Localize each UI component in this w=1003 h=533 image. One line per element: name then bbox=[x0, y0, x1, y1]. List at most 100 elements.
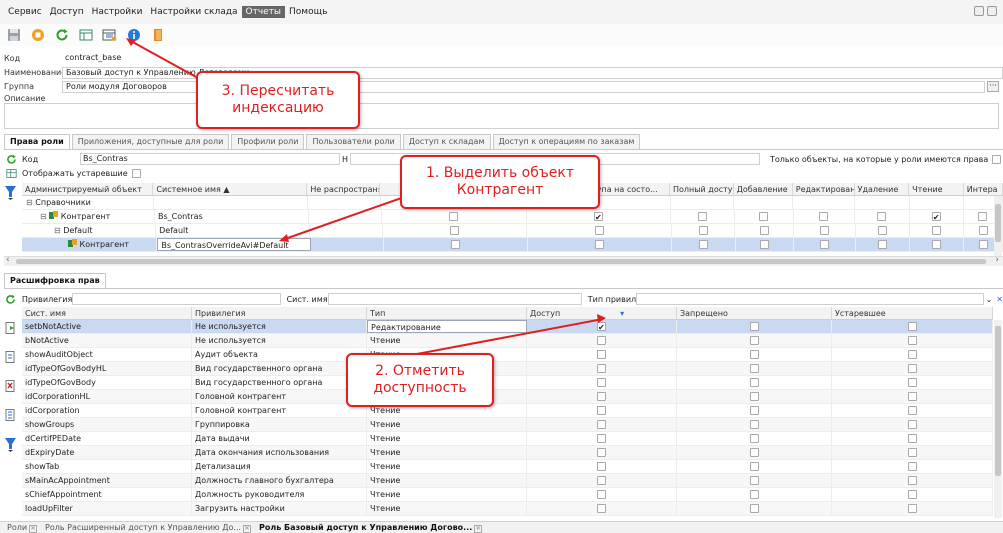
access-checkbox[interactable] bbox=[597, 350, 606, 359]
right-cell[interactable] bbox=[735, 210, 794, 223]
right-checkbox[interactable] bbox=[594, 211, 603, 223]
access-checkbox[interactable] bbox=[597, 448, 606, 457]
objects-vscroll[interactable] bbox=[994, 196, 1002, 256]
object-sysname-cell[interactable]: Bs_Contras bbox=[155, 210, 310, 223]
access-checkbox[interactable] bbox=[597, 420, 606, 429]
right-checkbox[interactable] bbox=[759, 212, 769, 221]
privilege-sys-cell[interactable]: loadUpFilter bbox=[22, 502, 192, 515]
refresh-filter-icon[interactable] bbox=[0, 154, 22, 165]
privilege-priv-cell[interactable]: Аудит объекта bbox=[192, 348, 367, 361]
right-checkbox[interactable] bbox=[877, 240, 887, 249]
right-cell[interactable] bbox=[672, 238, 736, 251]
right-cell[interactable] bbox=[856, 224, 910, 237]
right-checkbox[interactable] bbox=[699, 240, 708, 249]
right-cell[interactable] bbox=[910, 224, 965, 237]
right-cell[interactable] bbox=[527, 224, 672, 237]
access-checkbox[interactable] bbox=[597, 336, 606, 345]
info-icon[interactable] bbox=[126, 27, 142, 43]
chevron-down-icon[interactable]: ⌄ bbox=[984, 295, 993, 304]
right-checkbox[interactable] bbox=[978, 212, 988, 221]
access-cell[interactable] bbox=[527, 488, 677, 501]
right-checkbox[interactable] bbox=[978, 226, 988, 235]
right-cell[interactable] bbox=[855, 210, 910, 223]
right-checkbox[interactable] bbox=[698, 226, 708, 235]
refresh-icon[interactable] bbox=[54, 27, 70, 43]
right-cell[interactable] bbox=[855, 196, 910, 209]
forbidden-checkbox[interactable] bbox=[749, 322, 759, 331]
objects-col-header[interactable]: Удаление bbox=[855, 183, 910, 195]
privileges-col-header[interactable]: Устаревшее bbox=[832, 307, 993, 319]
obsolete-checkbox[interactable] bbox=[907, 364, 917, 373]
objects-col-header[interactable]: Добавление bbox=[734, 183, 793, 195]
objects-vscroll-thumb[interactable] bbox=[995, 204, 1001, 242]
right-checkbox[interactable] bbox=[759, 240, 769, 249]
privilege-row[interactable]: bNotActive Не используется Чтение bbox=[22, 334, 993, 348]
forbidden-checkbox[interactable] bbox=[749, 420, 759, 429]
privilege-type-cell[interactable]: Чтение bbox=[367, 474, 527, 487]
right-cell[interactable] bbox=[910, 196, 964, 209]
window-tab-basic[interactable]: Роль Базовый доступ к Управлению Догово.… bbox=[256, 523, 485, 533]
object-name-cell[interactable]: ⊟ Default bbox=[22, 224, 157, 237]
privilege-sys-cell[interactable]: idCorporation bbox=[22, 404, 192, 417]
right-checkbox[interactable] bbox=[819, 226, 829, 235]
doc-list-icon[interactable] bbox=[5, 409, 16, 424]
print-icon[interactable] bbox=[974, 6, 984, 16]
obsolete-cell[interactable] bbox=[832, 418, 993, 431]
close-icon[interactable]: ✕ bbox=[242, 524, 251, 533]
forbidden-cell[interactable] bbox=[677, 390, 832, 403]
right-cell[interactable] bbox=[910, 238, 965, 251]
privilege-sys-cell[interactable]: dCertifPEDate bbox=[22, 432, 192, 445]
right-checkbox[interactable] bbox=[877, 212, 887, 221]
forbidden-checkbox[interactable] bbox=[749, 350, 759, 359]
right-checkbox[interactable] bbox=[978, 240, 988, 249]
close-icon[interactable]: ✕ bbox=[474, 524, 483, 533]
forbidden-cell[interactable] bbox=[677, 460, 832, 473]
access-cell[interactable] bbox=[527, 446, 677, 459]
forbidden-cell[interactable] bbox=[677, 348, 832, 361]
obsolete-cell[interactable] bbox=[832, 432, 993, 445]
scroll-right-icon[interactable]: › bbox=[995, 255, 999, 265]
object-name-cell[interactable]: ⊟ Справочники bbox=[22, 196, 154, 209]
access-checkbox[interactable] bbox=[597, 476, 606, 485]
right-checkbox[interactable] bbox=[450, 240, 460, 249]
privilege-priv-cell[interactable]: Не используется bbox=[192, 334, 367, 347]
privilege-type-cell[interactable]: Чтение bbox=[367, 432, 527, 445]
right-cell[interactable] bbox=[528, 238, 673, 251]
access-cell[interactable] bbox=[527, 376, 677, 389]
access-cell[interactable] bbox=[527, 418, 677, 431]
access-cell[interactable] bbox=[527, 320, 677, 333]
right-checkbox[interactable] bbox=[595, 240, 605, 249]
right-checkbox[interactable] bbox=[450, 226, 459, 235]
access-cell[interactable] bbox=[527, 390, 677, 403]
objects-hscroll-thumb[interactable] bbox=[16, 259, 986, 264]
object-row[interactable]: ⊟ Default Default bbox=[22, 224, 1003, 238]
obsolete-cell[interactable] bbox=[832, 390, 993, 403]
forbidden-checkbox[interactable] bbox=[749, 504, 759, 513]
tab-order-operations[interactable]: Доступ к операциям по заказам bbox=[492, 134, 641, 149]
access-checkbox[interactable] bbox=[597, 392, 606, 401]
object-name-cell[interactable]: Контрагент bbox=[22, 238, 158, 251]
obsolete-cell[interactable] bbox=[832, 488, 993, 501]
obsolete-checkbox[interactable] bbox=[907, 322, 917, 331]
access-cell[interactable] bbox=[527, 362, 677, 375]
privileges-col-header[interactable]: Запрещено bbox=[677, 307, 832, 319]
menu-access[interactable]: Доступ bbox=[46, 6, 88, 18]
close-icon[interactable]: ✕ bbox=[29, 524, 38, 533]
sort-arrow-icon[interactable]: ▾ bbox=[620, 309, 624, 318]
access-checkbox[interactable] bbox=[597, 364, 606, 373]
privilege-row[interactable]: idTypeOfGovBody Вид государственного орга… bbox=[22, 376, 993, 390]
right-cell[interactable] bbox=[734, 196, 794, 209]
add-table-icon[interactable] bbox=[78, 27, 94, 43]
privileges-vscroll[interactable] bbox=[994, 320, 1002, 518]
privilege-sys-cell[interactable]: showGroups bbox=[22, 418, 192, 431]
forbidden-checkbox[interactable] bbox=[749, 364, 759, 373]
show-obsolete-checkbox[interactable] bbox=[131, 168, 141, 178]
forbidden-checkbox[interactable] bbox=[749, 392, 759, 401]
privilege-priv-cell[interactable]: Головной контрагент bbox=[192, 390, 367, 403]
obsolete-cell[interactable] bbox=[832, 474, 993, 487]
privilege-row[interactable]: dCertifPEDate Дата выдачи Чтение bbox=[22, 432, 993, 446]
privilege-priv-cell[interactable]: Должность главного бухгалтера bbox=[192, 474, 367, 487]
code-field[interactable]: contract_base bbox=[62, 52, 1003, 65]
right-checkbox[interactable] bbox=[932, 240, 942, 249]
object-row[interactable]: ⊟ Контрагент Bs_Contras bbox=[22, 210, 1003, 224]
